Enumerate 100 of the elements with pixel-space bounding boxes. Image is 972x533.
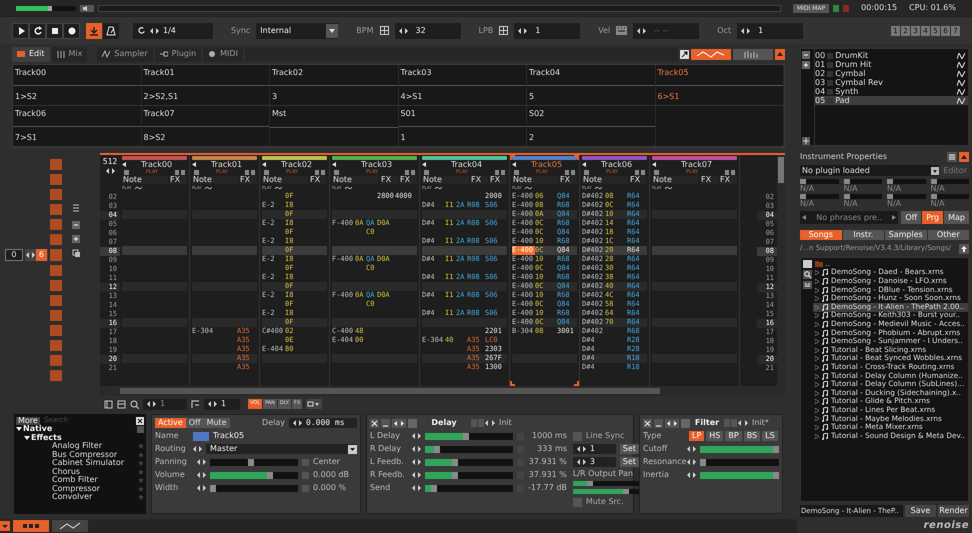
collapse-arrow-icon[interactable]: [332, 162, 336, 167]
slider[interactable]: [930, 194, 969, 199]
browser-tab[interactable]: Instr.: [842, 230, 884, 240]
column-header[interactable]: FX: [169, 176, 187, 184]
browser-tab[interactable]: Samples: [885, 230, 926, 240]
checkbox[interactable]: [572, 432, 582, 440]
tree-item[interactable]: Compressor: [52, 484, 138, 493]
step-arrows-icon[interactable]: [412, 433, 421, 439]
tree-item[interactable]: Bus Compressor: [52, 450, 138, 459]
step-arrows-icon[interactable]: [293, 420, 302, 426]
track-name-field[interactable]: Track05: [213, 430, 244, 442]
track-name[interactable]: S02: [529, 108, 544, 120]
instrument-item[interactable]: 00 DrumKit: [815, 51, 968, 60]
minus-icon[interactable]: [72, 221, 80, 229]
track-name[interactable]: Track07: [144, 108, 175, 120]
speaker-icon[interactable]: [80, 4, 94, 12]
play-button[interactable]: [12, 22, 29, 38]
step-arrows-icon[interactable]: [412, 459, 421, 465]
sync-dropdown[interactable]: Internal: [256, 22, 338, 38]
slider[interactable]: [425, 484, 513, 492]
filter-type-button[interactable]: HS: [706, 431, 724, 441]
view-tab[interactable]: Mix: [52, 46, 88, 62]
parent-folder-icon[interactable]: [959, 244, 969, 254]
value-spinner[interactable]: 32: [394, 22, 460, 38]
waveform-toggle-icon[interactable]: [691, 48, 731, 60]
preset-name[interactable]: Init: [499, 417, 512, 429]
grid-icon[interactable]: [380, 26, 388, 35]
automation-curve-icon[interactable]: [524, 186, 532, 190]
slider[interactable]: [700, 472, 779, 478]
track-color-swatch[interactable]: [193, 432, 209, 440]
filter-type-button[interactable]: BP: [725, 431, 742, 441]
keyboard-icon[interactable]: [616, 26, 628, 35]
sequence-position-field[interactable]: 0: [4, 249, 23, 261]
metronome-button[interactable]: [103, 22, 119, 38]
tree-item[interactable]: Chorus: [52, 468, 138, 476]
step-arrows-icon[interactable]: [197, 459, 206, 465]
slider[interactable]: [425, 472, 513, 478]
value-spinner[interactable]: 1: [737, 22, 804, 38]
pattern-matrix-tab-icon[interactable]: [13, 520, 49, 532]
preview-icon[interactable]: [802, 281, 812, 289]
track-name[interactable]: Track04: [426, 158, 507, 170]
automation-curve-icon[interactable]: [594, 186, 602, 190]
step-arrows-icon[interactable]: [106, 168, 114, 174]
follow-button[interactable]: [86, 22, 102, 38]
collapse-arrow-icon[interactable]: [192, 162, 196, 167]
step-arrows-icon[interactable]: [412, 446, 421, 452]
column-header[interactable]: FX: [629, 176, 647, 184]
save-button[interactable]: Save: [905, 505, 936, 517]
step-arrows-icon[interactable]: [193, 446, 202, 452]
tree-item[interactable]: Analog Filter: [52, 442, 138, 450]
collapse-arrow-icon[interactable]: [262, 162, 266, 167]
column-header[interactable]: FX: [239, 176, 257, 184]
step-arrows-icon[interactable]: [518, 28, 528, 34]
slider[interactable]: [572, 489, 639, 494]
checkbox[interactable]: [572, 498, 582, 506]
view-tab[interactable]: Plugin: [154, 46, 202, 62]
slider[interactable]: [800, 179, 838, 184]
star-icon[interactable]: [138, 460, 144, 466]
minimize-icon[interactable]: [381, 418, 390, 428]
column-header[interactable]: Note: [652, 176, 699, 184]
column-header[interactable]: FX: [489, 176, 507, 184]
track-name[interactable]: Track05: [658, 67, 689, 79]
step-arrows-icon[interactable]: [576, 446, 586, 452]
automation-curve-icon[interactable]: [344, 186, 352, 190]
slider[interactable]: [800, 194, 838, 199]
column-header[interactable]: Note: [512, 176, 558, 184]
collapse-icon[interactable]: [0, 521, 10, 531]
track-name[interactable]: Track07: [656, 158, 737, 170]
toggle-square[interactable]: [681, 418, 690, 428]
split-icon[interactable]: [802, 137, 810, 145]
left-arrow-icon[interactable]: [802, 215, 806, 220]
preset-arrows-icon[interactable]: [724, 419, 750, 427]
slider[interactable]: [930, 179, 969, 184]
dropdown-caret-icon[interactable]: [326, 24, 338, 38]
automation-tab-icon[interactable]: [52, 520, 88, 532]
browser-tab[interactable]: Other: [928, 230, 969, 240]
column-toggle-icon[interactable]: [244, 170, 255, 175]
automation-curve-icon[interactable]: [664, 186, 672, 190]
step-arrows-icon[interactable]: [687, 459, 696, 465]
slider[interactable]: [844, 179, 882, 184]
track-name[interactable]: Track04: [529, 67, 560, 79]
step-arrows-icon[interactable]: [637, 28, 646, 34]
plugin-dropdown[interactable]: No plugin loaded: [800, 165, 940, 176]
track-name[interactable]: Track00: [15, 67, 46, 79]
column-toggle-icon[interactable]: [634, 170, 645, 175]
phrase-mode-button[interactable]: Map: [944, 211, 969, 224]
preset-name[interactable]: Init*: [752, 417, 769, 429]
stop-button[interactable]: [46, 22, 63, 38]
master-volume-slider[interactable]: [16, 6, 76, 10]
vertical-scrollbar[interactable]: [777, 155, 785, 386]
column-header[interactable]: FX: [559, 176, 577, 184]
toggle-square[interactable]: [408, 418, 417, 428]
collapse-icon[interactable]: [775, 48, 785, 60]
view-tab[interactable]: Sampler: [97, 46, 153, 62]
instrument-item[interactable]: 03 Cymbal Rev: [815, 78, 968, 87]
preset-arrows-icon[interactable]: [471, 419, 497, 427]
search-icon[interactable]: [130, 400, 139, 408]
track-name[interactable]: Track00: [126, 158, 187, 170]
step-arrows-icon[interactable]: [687, 446, 696, 452]
star-icon[interactable]: [138, 494, 144, 500]
